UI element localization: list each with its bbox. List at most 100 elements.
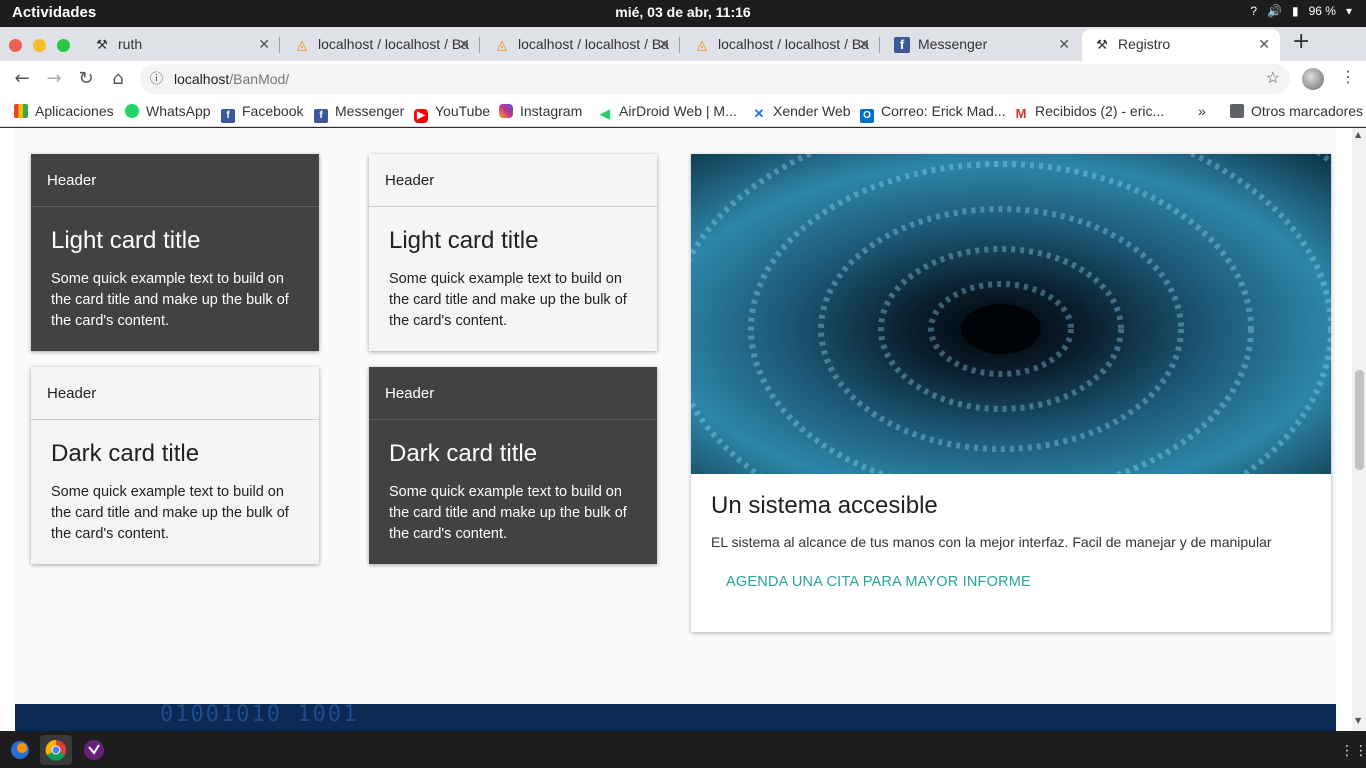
scrollbar-thumb[interactable]	[1355, 370, 1364, 470]
bookmark-apps[interactable]: Aplicaciones	[14, 103, 114, 119]
tab-title: localhost / localhost / Ba	[318, 36, 469, 52]
feature-title: Un sistema accesible	[711, 492, 938, 519]
bookmark-youtube[interactable]: ▶ YouTube	[414, 103, 490, 123]
system-tray[interactable]: ? 🔊 ▮ 96 % ▾	[1250, 4, 1352, 18]
tab-localhost-1[interactable]: ◬ localhost / localhost / Ba ✕	[282, 29, 480, 61]
tab-localhost-3[interactable]: ◬ localhost / localhost / Ba ✕	[682, 29, 880, 61]
close-icon[interactable]: ✕	[1258, 29, 1270, 59]
visual-studio-icon[interactable]	[78, 735, 110, 765]
new-tab-button[interactable]: +	[1292, 29, 1310, 54]
more-options-icon[interactable]: ⋮	[1340, 67, 1356, 86]
minimize-window-button[interactable]	[33, 39, 46, 52]
card-header: Header	[369, 367, 657, 420]
card-header: Header	[31, 154, 319, 207]
card-title: Dark card title	[51, 440, 200, 467]
help-icon: ?	[1250, 4, 1258, 18]
tab-messenger[interactable]: f Messenger ✕	[882, 29, 1080, 61]
back-arrow-icon[interactable]: ←	[11, 68, 33, 89]
chrome-icon[interactable]	[40, 735, 72, 765]
bookmark-facebook[interactable]: f Facebook	[221, 103, 303, 123]
feature-description: EL sistema al alcance de tus manos con l…	[711, 534, 1272, 550]
maximize-window-button[interactable]	[57, 39, 70, 52]
facebook-icon: f	[221, 109, 235, 123]
card-text: Some quick example text to build on the …	[51, 271, 289, 329]
page-scrollbar[interactable]: ▲ ▼	[1352, 128, 1366, 731]
reload-icon[interactable]: ↻	[75, 68, 97, 89]
forward-arrow-icon[interactable]: →	[43, 68, 65, 89]
phpmyadmin-icon: ◬	[297, 37, 307, 52]
card-title: Light card title	[51, 227, 201, 254]
bookmarks-bar: Aplicaciones WhatsApp f Facebook f Messeng…	[0, 97, 1366, 127]
card: Header Light card title Some quick examp…	[31, 154, 319, 351]
battery-level: 96 %	[1308, 4, 1336, 18]
folder-icon	[1230, 104, 1244, 118]
address-bar[interactable]: ⓘ localhost/BanMod/ ☆	[140, 64, 1290, 94]
bookmark-label: AirDroid Web | M...	[619, 103, 737, 119]
home-icon[interactable]: ⌂	[107, 68, 129, 89]
firefox-icon[interactable]	[4, 735, 36, 765]
bookmark-star-icon[interactable]: ☆	[1266, 64, 1280, 94]
whatsapp-icon	[125, 104, 139, 118]
bookmark-outlook[interactable]: O Correo: Erick Mad...	[860, 103, 1005, 123]
phpmyadmin-icon: ◬	[697, 37, 707, 52]
taskbar: ⋮⋮⋮	[0, 731, 1366, 768]
bookmark-instagram[interactable]: Instagram	[499, 103, 582, 119]
close-icon[interactable]: ✕	[658, 29, 670, 59]
scroll-down-arrow-icon[interactable]: ▼	[1355, 716, 1361, 725]
card-text: Some quick example text to build on the …	[389, 484, 627, 542]
bookmark-label: Messenger	[335, 103, 405, 119]
tab-registro[interactable]: ⚒ Registro ✕	[1082, 29, 1280, 61]
tab-separator	[279, 37, 280, 53]
schedule-appointment-link[interactable]: AGENDA UNA CITA PARA MAYOR INFORME	[711, 574, 1311, 590]
card-header: Header	[31, 367, 319, 420]
bookmarks-overflow-chevron-icon[interactable]: »	[1198, 103, 1206, 119]
profile-avatar[interactable]	[1302, 68, 1324, 90]
close-window-button[interactable]	[9, 39, 22, 52]
bookmark-whatsapp[interactable]: WhatsApp	[125, 103, 211, 119]
bookmark-label: WhatsApp	[146, 103, 211, 119]
page-content: Header Light card title Some quick examp…	[15, 128, 1336, 731]
bookmark-airdroid[interactable]: ◀ AirDroid Web | M...	[598, 103, 737, 121]
scroll-up-arrow-icon[interactable]: ▲	[1355, 130, 1361, 139]
tab-title: ruth	[118, 36, 143, 52]
system-top-bar: Actividades mié, 03 de abr, 11:16 ? 🔊 ▮ …	[0, 0, 1366, 27]
bookmark-label: Otros marcadores	[1251, 103, 1364, 119]
card: Header Dark card title Some quick exampl…	[31, 367, 319, 564]
close-icon[interactable]: ✕	[258, 29, 270, 59]
info-icon[interactable]: ⓘ	[150, 64, 163, 94]
tab-bar: ⚒ ruth ✕ ◬ localhost / localhost / Ba ✕ …	[0, 27, 1366, 61]
card-header: Header	[369, 154, 657, 207]
navigation-bar: ← → ↻ ⌂ ⓘ localhost/BanMod/ ☆ ⋮	[0, 61, 1366, 97]
app-grid-icon[interactable]: ⋮⋮⋮	[1340, 743, 1366, 759]
bookmark-messenger[interactable]: f Messenger	[314, 103, 404, 123]
facebook-icon: f	[894, 37, 910, 53]
card-text: Some quick example text to build on the …	[389, 271, 627, 329]
close-icon[interactable]: ✕	[458, 29, 470, 59]
clock[interactable]: mié, 03 de abr, 11:16	[0, 4, 1366, 20]
chevron-down-icon: ▾	[1345, 4, 1352, 18]
bookmark-label: Recibidos (2) - eric...	[1035, 103, 1165, 119]
bookmark-label: Xender Web	[773, 103, 851, 119]
phpmyadmin-icon: ◬	[497, 37, 507, 52]
xender-icon: ✕	[753, 106, 765, 121]
youtube-icon: ▶	[414, 109, 428, 123]
bookmark-other[interactable]: Otros marcadores	[1230, 103, 1363, 119]
bookmark-label: Facebook	[242, 103, 304, 119]
card: Header Dark card title Some quick exampl…	[369, 367, 657, 564]
close-icon[interactable]: ✕	[1058, 29, 1070, 59]
tab-ruth[interactable]: ⚒ ruth ✕	[82, 29, 280, 61]
bookmark-gmail[interactable]: M Recibidos (2) - eric...	[1014, 103, 1165, 121]
gmail-icon: M	[1015, 106, 1027, 121]
facebook-icon: f	[314, 109, 328, 123]
tab-localhost-2[interactable]: ◬ localhost / localhost / Ba ✕	[482, 29, 680, 61]
close-icon[interactable]: ✕	[858, 29, 870, 59]
tab-title: localhost / localhost / Ba	[718, 36, 869, 52]
page-viewport: Header Light card title Some quick examp…	[0, 128, 1366, 731]
bookmark-xender[interactable]: ✕ Xender Web	[752, 103, 851, 121]
binary-tunnel-image	[691, 154, 1331, 474]
tool-icon: ⚒	[1096, 37, 1108, 52]
bookmark-label: Correo: Erick Mad...	[881, 103, 1006, 119]
volume-icon: 🔊	[1267, 4, 1282, 18]
tab-separator	[679, 37, 680, 53]
battery-icon: ▮	[1292, 4, 1299, 18]
